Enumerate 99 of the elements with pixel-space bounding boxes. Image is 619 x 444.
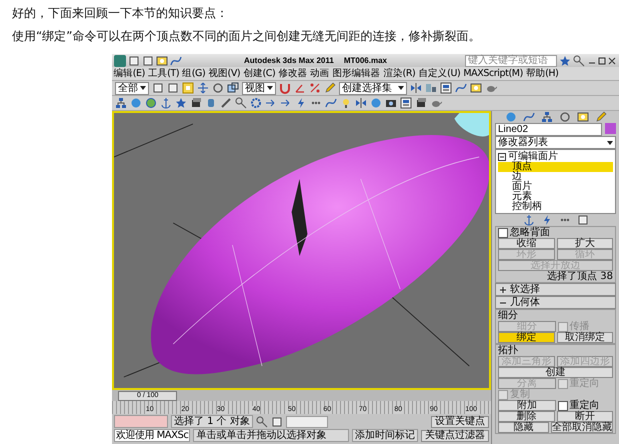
caret-icon [607, 140, 613, 144]
window-controls-icon[interactable] [587, 56, 617, 66]
panel-button[interactable]: 取消绑定 [556, 332, 613, 343]
caret-icon [140, 86, 146, 90]
hierarchy-icon[interactable] [540, 111, 552, 123]
panel-button[interactable]: 全部取消隐藏 [551, 422, 613, 433]
key-filters-button[interactable]: 关键点过滤器 [421, 430, 489, 442]
rollout-title: 几何体 [510, 297, 540, 308]
expand-toggle-icon[interactable] [498, 152, 506, 160]
square-icon[interactable] [128, 54, 140, 66]
selection-set-dropdown[interactable]: 创建选择集 [339, 82, 407, 94]
set-key-button[interactable]: 设置关键点 [431, 416, 489, 428]
time-tag-field[interactable]: 添加时间标记 [352, 429, 418, 442]
reference-system-dropdown[interactable]: 视图 [242, 82, 276, 94]
object-name-field[interactable]: Line02 [495, 123, 602, 136]
menu-item[interactable]: 组(G) [180, 68, 207, 80]
group-title: 细分 [498, 310, 519, 321]
star-icon[interactable] [175, 97, 187, 109]
stack-subobject[interactable]: 面片 [498, 182, 613, 192]
rollout-header[interactable]: 软选择 [495, 283, 616, 296]
coordinate-field[interactable] [286, 416, 328, 428]
object-color-swatch[interactable] [605, 123, 616, 134]
scale-icon[interactable] [227, 82, 239, 94]
selection-count-field: 选择了 1 个 对象 [171, 415, 253, 428]
status-swatch [114, 415, 168, 428]
checkbox-label: 复制 [510, 389, 530, 400]
percent-icon[interactable] [309, 82, 321, 94]
app-title: Autodesk 3ds Max 2011 [244, 56, 334, 65]
panel-button[interactable]: 扩大 [556, 238, 613, 249]
caret-icon [267, 86, 273, 90]
menu-item[interactable]: 编辑(E) [112, 68, 146, 80]
selection-filter-dropdown[interactable]: 全部 [115, 82, 149, 94]
anchor-icon[interactable] [160, 97, 172, 109]
checkbox-label: 重定向 [570, 400, 600, 411]
curve-icon[interactable] [170, 54, 182, 66]
menu-item[interactable]: 创建(C) [242, 68, 277, 80]
square-icon[interactable] [270, 416, 283, 428]
group-title: 拓扑 [498, 345, 518, 356]
panel-button[interactable]: 隐藏 [498, 422, 549, 433]
menu-item[interactable]: 自定义(U) [416, 68, 462, 80]
rotate-icon[interactable] [212, 82, 224, 94]
panel-button[interactable]: 绑定 [498, 332, 554, 343]
paragraph: 好的，下面来回顾一下本节的知识要点： [12, 6, 229, 21]
panel-button[interactable]: 附加 [498, 400, 556, 411]
panel-button[interactable]: 创建 [498, 367, 613, 378]
menu-item[interactable]: 视图(V) [206, 68, 242, 80]
box-icon[interactable] [190, 97, 202, 109]
panel-button[interactable]: 删除 [498, 411, 554, 422]
menu-item[interactable]: 动画 [308, 68, 331, 80]
magnet-icon[interactable] [279, 82, 291, 94]
panel-button[interactable]: 收缩 [498, 238, 554, 249]
checkbox[interactable] [498, 228, 508, 238]
move-icon[interactable] [197, 82, 209, 94]
rollout-header[interactable]: 几何体 [495, 296, 616, 309]
rotate-icon[interactable] [558, 111, 570, 123]
checkbox-label: 忽略背面 [510, 227, 550, 238]
mirror-icon[interactable] [410, 82, 422, 94]
stack-item[interactable]: 可编辑面片 [508, 151, 558, 162]
square-icon[interactable] [152, 82, 164, 94]
curve-icon[interactable] [522, 111, 534, 123]
search-field[interactable]: 键入关键字或短语 [465, 54, 557, 66]
checkbox[interactable] [558, 400, 568, 410]
menu-item[interactable]: 帮助(H) [524, 68, 560, 80]
square-icon[interactable] [576, 214, 588, 226]
arrow-icon[interactable] [265, 97, 277, 109]
stack-subobject[interactable]: 元素 [498, 192, 613, 202]
stack-subobject[interactable]: 顶点 [498, 162, 613, 172]
stack-subobject[interactable]: 边 [498, 172, 613, 182]
selection-info: 选择了顶点 38 [547, 271, 613, 282]
menu-item[interactable]: 修改器 [276, 68, 309, 80]
camera-icon[interactable] [385, 97, 397, 109]
menu-item[interactable]: 工具(T) [146, 68, 181, 80]
angle-icon[interactable] [294, 82, 306, 94]
menu-item[interactable]: 图形编辑器 [330, 68, 382, 80]
align-icon[interactable] [425, 82, 437, 94]
menu-item[interactable]: 渲染(R) [382, 68, 417, 80]
anchor-icon[interactable] [522, 214, 534, 226]
panel-button[interactable]: 断开 [556, 411, 613, 422]
checkbox-label: 传播 [570, 321, 590, 332]
curve-icon[interactable] [325, 97, 337, 109]
square-icon[interactable] [142, 54, 154, 66]
star-icon[interactable] [559, 54, 571, 66]
modifier-list-dropdown[interactable]: 修改器列表 [495, 136, 616, 149]
curve-icon[interactable] [455, 82, 467, 94]
box-icon[interactable] [415, 97, 427, 109]
script-listener-field[interactable]: 欢迎使用 MAXSc [114, 429, 190, 442]
hierarchy-icon[interactable] [115, 97, 127, 109]
light-icon[interactable] [340, 97, 352, 109]
caret-icon [398, 86, 404, 90]
mirror-icon[interactable] [355, 97, 367, 109]
arrow-icon[interactable] [280, 97, 292, 109]
stack-subobject[interactable]: 控制柄 [498, 202, 613, 212]
app-logo-icon[interactable] [114, 54, 126, 66]
file-name: MT006.max [344, 56, 387, 65]
menu-item[interactable]: MAXScript(M) [462, 68, 524, 80]
rollout-title: 软选择 [510, 284, 540, 295]
square-icon[interactable] [167, 82, 179, 94]
paragraph: 使用“绑定”命令可以在两个顶点数不同的面片之间创建无缝无间距的连接，修补撕裂面。 [12, 29, 482, 44]
checkbox-label: 重定向 [570, 378, 600, 389]
